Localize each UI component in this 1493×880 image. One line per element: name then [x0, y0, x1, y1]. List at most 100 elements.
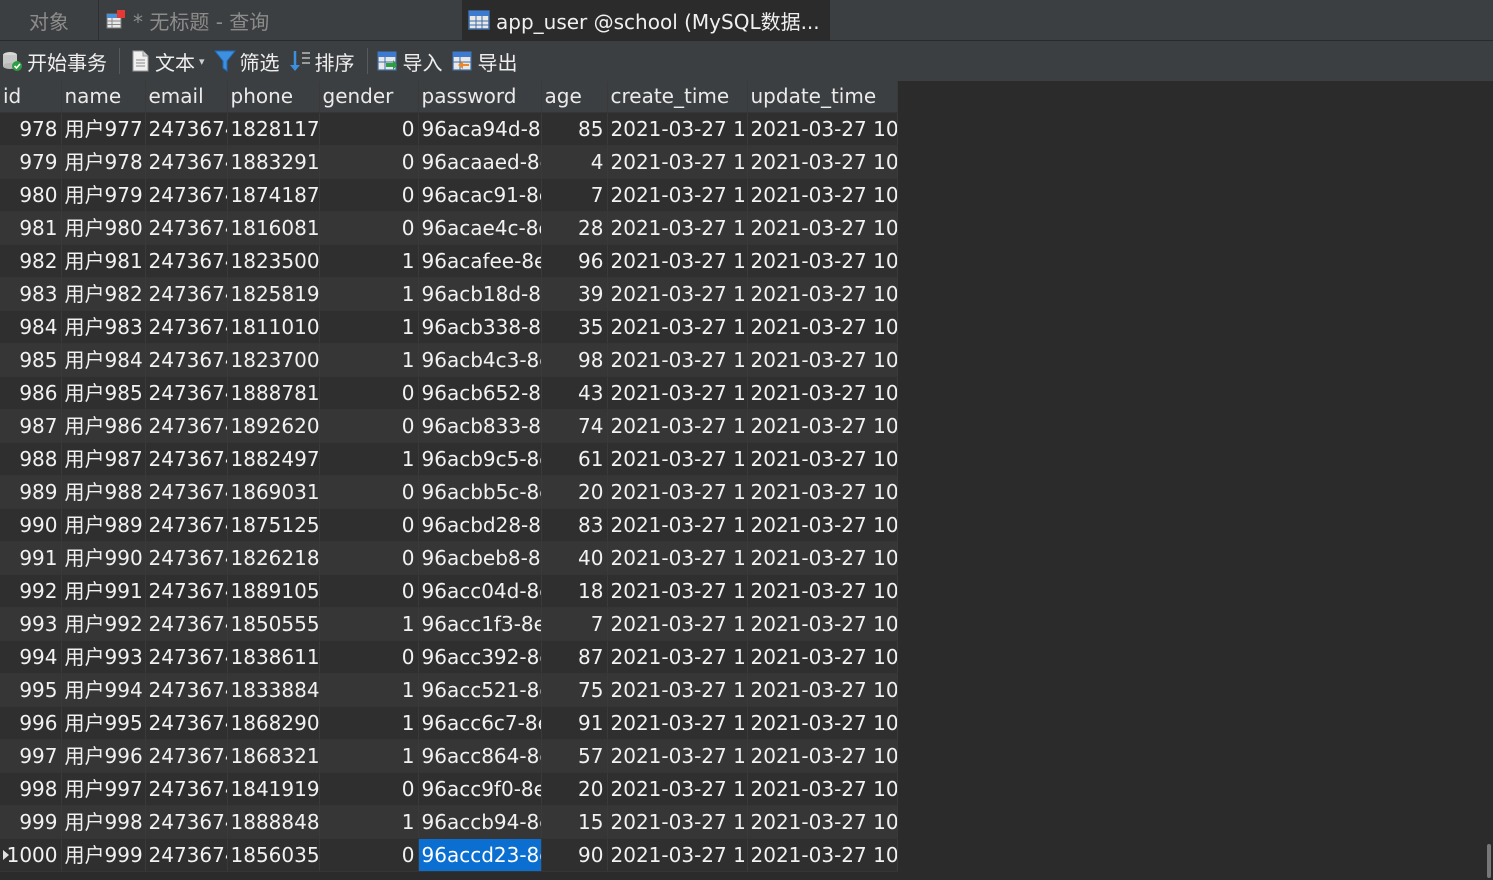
cell-phone[interactable]: 1875125: [227, 508, 320, 542]
tab-objects[interactable]: 对象: [0, 0, 98, 40]
cell-create-time[interactable]: 2021-03-27 10: [607, 739, 748, 773]
cell-id[interactable]: 990: [0, 508, 62, 542]
cell-password[interactable]: 96acc6c7-8e: [418, 706, 542, 740]
column-header-age[interactable]: age: [541, 81, 608, 113]
cell-phone[interactable]: 1828117: [227, 112, 320, 146]
cell-phone[interactable]: 1838611: [227, 640, 320, 674]
cell-email[interactable]: 2473674: [145, 277, 228, 311]
cell-update-time[interactable]: 2021-03-27 10: [747, 640, 898, 674]
cell-create-time[interactable]: 2021-03-27 10: [607, 640, 748, 674]
cell-update-time[interactable]: 2021-03-27 10: [747, 541, 898, 575]
cell-email[interactable]: 2473674: [145, 607, 228, 641]
text-view-button[interactable]: 文本 ▾: [128, 41, 205, 81]
cell-age[interactable]: 57: [541, 739, 608, 773]
cell-name[interactable]: 用户980: [61, 211, 146, 245]
cell-gender[interactable]: 0: [319, 838, 419, 872]
cell-name[interactable]: 用户998: [61, 805, 146, 839]
cell-phone[interactable]: 1833884: [227, 673, 320, 707]
column-header-email[interactable]: email: [145, 81, 228, 113]
cell-id[interactable]: 980: [0, 178, 62, 212]
cell-create-time[interactable]: 2021-03-27 10: [607, 541, 748, 575]
cell-create-time[interactable]: 2021-03-27 10: [607, 310, 748, 344]
cell-id[interactable]: 983: [0, 277, 62, 311]
cell-id[interactable]: 979: [0, 145, 62, 179]
column-header-create-time[interactable]: create_time: [607, 81, 748, 113]
cell-update-time[interactable]: 2021-03-27 10: [747, 277, 898, 311]
cell-password[interactable]: 96aca94d-8e: [418, 112, 542, 146]
table-row[interactable]: 991用户99024736741826218096acbeb8-8e402021…: [0, 541, 898, 575]
cell-gender[interactable]: 1: [319, 244, 419, 278]
cell-name[interactable]: 用户990: [61, 541, 146, 575]
cell-id[interactable]: 985: [0, 343, 62, 377]
cell-email[interactable]: 2473674: [145, 310, 228, 344]
cell-phone[interactable]: 1868290: [227, 706, 320, 740]
cell-update-time[interactable]: 2021-03-27 10: [747, 706, 898, 740]
cell-create-time[interactable]: 2021-03-27 10: [607, 442, 748, 476]
cell-id[interactable]: 982: [0, 244, 62, 278]
cell-update-time[interactable]: 2021-03-27 10: [747, 145, 898, 179]
cell-id[interactable]: 998: [0, 772, 62, 806]
cell-age[interactable]: 7: [541, 607, 608, 641]
cell-email[interactable]: 2473674: [145, 739, 228, 773]
table-row[interactable]: 990用户98924736741875125096acbd28-8e832021…: [0, 508, 898, 542]
cell-age[interactable]: 40: [541, 541, 608, 575]
cell-age[interactable]: 98: [541, 343, 608, 377]
table-row[interactable]: 992用户99124736741889105096acc04d-8e182021…: [0, 574, 898, 608]
cell-gender[interactable]: 1: [319, 673, 419, 707]
cell-gender[interactable]: 1: [319, 607, 419, 641]
cell-phone[interactable]: 1883291: [227, 145, 320, 179]
cell-phone[interactable]: 1823700: [227, 343, 320, 377]
filter-button[interactable]: 筛选: [213, 41, 280, 81]
cell-email[interactable]: 2473674: [145, 673, 228, 707]
column-header-update-time[interactable]: update_time: [747, 81, 898, 113]
cell-password[interactable]: 96acb833-8e: [418, 409, 542, 443]
cell-create-time[interactable]: 2021-03-27 10: [607, 376, 748, 410]
cell-password[interactable]: 96acc9f0-8e: [418, 772, 542, 806]
cell-age[interactable]: 61: [541, 442, 608, 476]
cell-password[interactable]: 96acbd28-8e: [418, 508, 542, 542]
cell-email[interactable]: 2473674: [145, 838, 228, 872]
cell-create-time[interactable]: 2021-03-27 10: [607, 244, 748, 278]
cell-create-time[interactable]: 2021-03-27 10: [607, 706, 748, 740]
column-header-gender[interactable]: gender: [319, 81, 419, 113]
cell-create-time[interactable]: 2021-03-27 10: [607, 508, 748, 542]
cell-id[interactable]: 986: [0, 376, 62, 410]
cell-name[interactable]: 用户989: [61, 508, 146, 542]
cell-phone[interactable]: 1816081: [227, 211, 320, 245]
cell-id[interactable]: 984: [0, 310, 62, 344]
cell-age[interactable]: 83: [541, 508, 608, 542]
table-row[interactable]: 987用户98624736741892620096acb833-8e742021…: [0, 409, 898, 443]
cell-age[interactable]: 85: [541, 112, 608, 146]
cell-update-time[interactable]: 2021-03-27 10: [747, 739, 898, 773]
cell-name[interactable]: 用户997: [61, 772, 146, 806]
cell-email[interactable]: 2473674: [145, 409, 228, 443]
cell-create-time[interactable]: 2021-03-27 10: [607, 805, 748, 839]
table-row[interactable]: 993用户99224736741850555196acc1f3-8e72021-…: [0, 607, 898, 641]
cell-gender[interactable]: 0: [319, 178, 419, 212]
cell-id[interactable]: 1000: [0, 838, 62, 872]
cell-name[interactable]: 用户996: [61, 739, 146, 773]
table-row[interactable]: 996用户99524736741868290196acc6c7-8e912021…: [0, 706, 898, 740]
cell-id[interactable]: 995: [0, 673, 62, 707]
cell-gender[interactable]: 0: [319, 475, 419, 509]
cell-age[interactable]: 18: [541, 574, 608, 608]
cell-phone[interactable]: 1888781: [227, 376, 320, 410]
cell-gender[interactable]: 1: [319, 442, 419, 476]
cell-name[interactable]: 用户991: [61, 574, 146, 608]
cell-phone[interactable]: 1874187: [227, 178, 320, 212]
cell-gender[interactable]: 1: [319, 310, 419, 344]
cell-update-time[interactable]: 2021-03-27 10: [747, 574, 898, 608]
cell-email[interactable]: 2473674: [145, 145, 228, 179]
cell-id[interactable]: 987: [0, 409, 62, 443]
cell-name[interactable]: 用户993: [61, 640, 146, 674]
column-header-name[interactable]: name: [61, 81, 146, 113]
cell-phone[interactable]: 1892620: [227, 409, 320, 443]
column-header-phone[interactable]: phone: [227, 81, 320, 113]
table-row[interactable]: 989用户98824736741869031096acbb5c-8e202021…: [0, 475, 898, 509]
table-row[interactable]: 985用户98424736741823700196acb4c3-8e982021…: [0, 343, 898, 377]
column-header-id[interactable]: id: [0, 81, 62, 113]
column-header-password[interactable]: password: [418, 81, 542, 113]
table-row[interactable]: 1000用户99924736741856035096accd23-8e90202…: [0, 838, 898, 872]
cell-password[interactable]: 96acaaed-8e: [418, 145, 542, 179]
cell-gender[interactable]: 0: [319, 574, 419, 608]
